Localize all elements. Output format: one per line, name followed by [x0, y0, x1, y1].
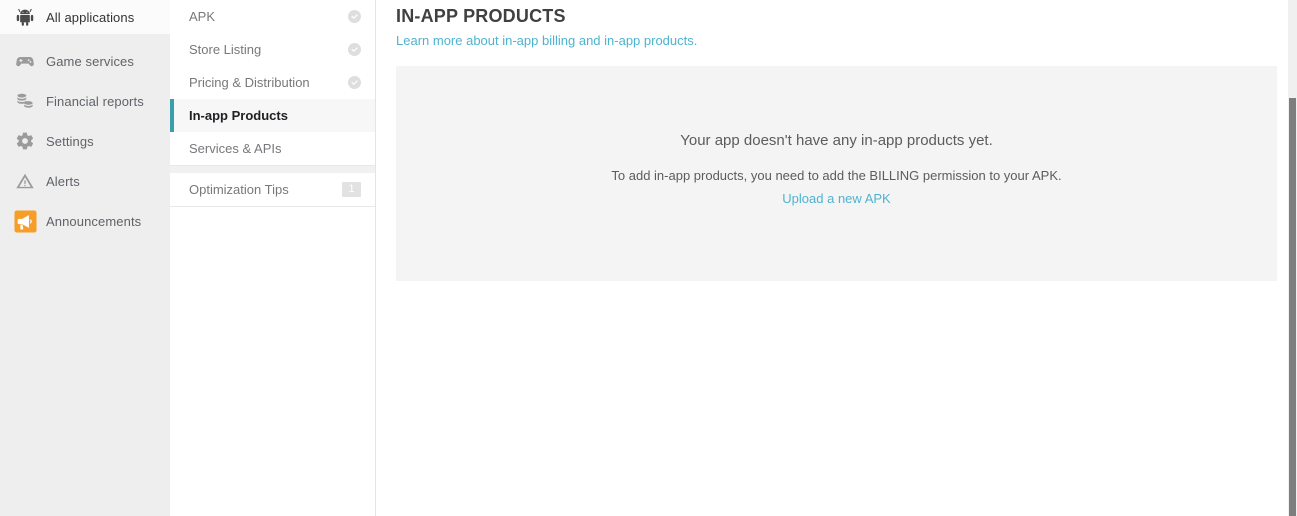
sidebar-item-label: All applications [46, 9, 135, 25]
sidebar-divider [0, 34, 170, 41]
primary-sidebar: All applications Game services Financial… [0, 0, 170, 516]
warning-triangle-icon [12, 168, 38, 194]
learn-more-link[interactable]: Learn more about in-app billing and in-a… [396, 33, 697, 48]
in-app-products-empty-panel: Your app doesn't have any in-app product… [396, 66, 1277, 281]
secondary-nav-item-pricing-distribution[interactable]: Pricing & Distribution [170, 66, 375, 99]
secondary-nav-item-apk[interactable]: APK [170, 0, 375, 33]
check-circle-icon [348, 76, 361, 89]
sidebar-item-label: Game services [46, 53, 134, 69]
android-robot-icon [12, 4, 38, 30]
check-circle-icon [348, 43, 361, 56]
secondary-nav-group: APK Store Listing Pricing & Distribution… [170, 0, 375, 166]
secondary-nav-item-label: Optimization Tips [189, 182, 289, 197]
megaphone-icon [12, 208, 38, 234]
secondary-nav-item-label: Services & APIs [189, 141, 282, 156]
sidebar-item-all-applications[interactable]: All applications [0, 0, 170, 34]
sidebar-item-alerts[interactable]: Alerts [0, 161, 170, 201]
gamepad-icon [12, 48, 38, 74]
secondary-nav-item-label: APK [189, 9, 216, 24]
secondary-nav-item-services-apis[interactable]: Services & APIs [170, 132, 375, 165]
empty-state-title: Your app doesn't have any in-app product… [680, 132, 993, 149]
coins-stack-icon [12, 88, 38, 114]
sidebar-item-label: Alerts [46, 173, 80, 189]
secondary-nav-item-optimization-tips[interactable]: Optimization Tips 1 [170, 173, 375, 206]
empty-state-content: Your app doesn't have any in-app product… [396, 132, 1277, 208]
sidebar-item-announcements[interactable]: Announcements [0, 201, 170, 241]
secondary-sidebar: APK Store Listing Pricing & Distribution… [170, 0, 376, 516]
sidebar-item-label: Settings [46, 133, 94, 149]
empty-state-subtitle: To add in-app products, you need to add … [611, 168, 1062, 183]
page-scrollbar-track[interactable] [1288, 0, 1297, 516]
sidebar-item-label: Announcements [46, 213, 142, 229]
secondary-nav-item-label: Pricing & Distribution [189, 75, 310, 90]
secondary-nav-divider [170, 166, 375, 173]
secondary-nav-item-in-app-products[interactable]: In-app Products [170, 99, 375, 132]
secondary-nav-item-label: In-app Products [189, 108, 288, 123]
tips-count-badge: 1 [342, 182, 361, 197]
secondary-nav-item-label: Store Listing [189, 42, 262, 57]
secondary-nav-item-store-listing[interactable]: Store Listing [170, 33, 375, 66]
play-console-page: All applications Game services Financial… [0, 0, 1297, 516]
main-content: IN-APP PRODUCTS Learn more about in-app … [376, 0, 1297, 516]
sidebar-item-label: Financial reports [46, 93, 144, 109]
sidebar-item-financial-reports[interactable]: Financial reports [0, 81, 170, 121]
secondary-nav-group-tips: Optimization Tips 1 [170, 173, 375, 207]
page-scrollbar-thumb[interactable] [1289, 98, 1296, 516]
sidebar-item-settings[interactable]: Settings [0, 121, 170, 161]
check-circle-icon [348, 10, 361, 23]
page-title: IN-APP PRODUCTS [396, 6, 566, 27]
gear-icon [12, 128, 38, 154]
upload-new-apk-link[interactable]: Upload a new APK [782, 191, 890, 207]
sidebar-item-game-services[interactable]: Game services [0, 41, 170, 81]
